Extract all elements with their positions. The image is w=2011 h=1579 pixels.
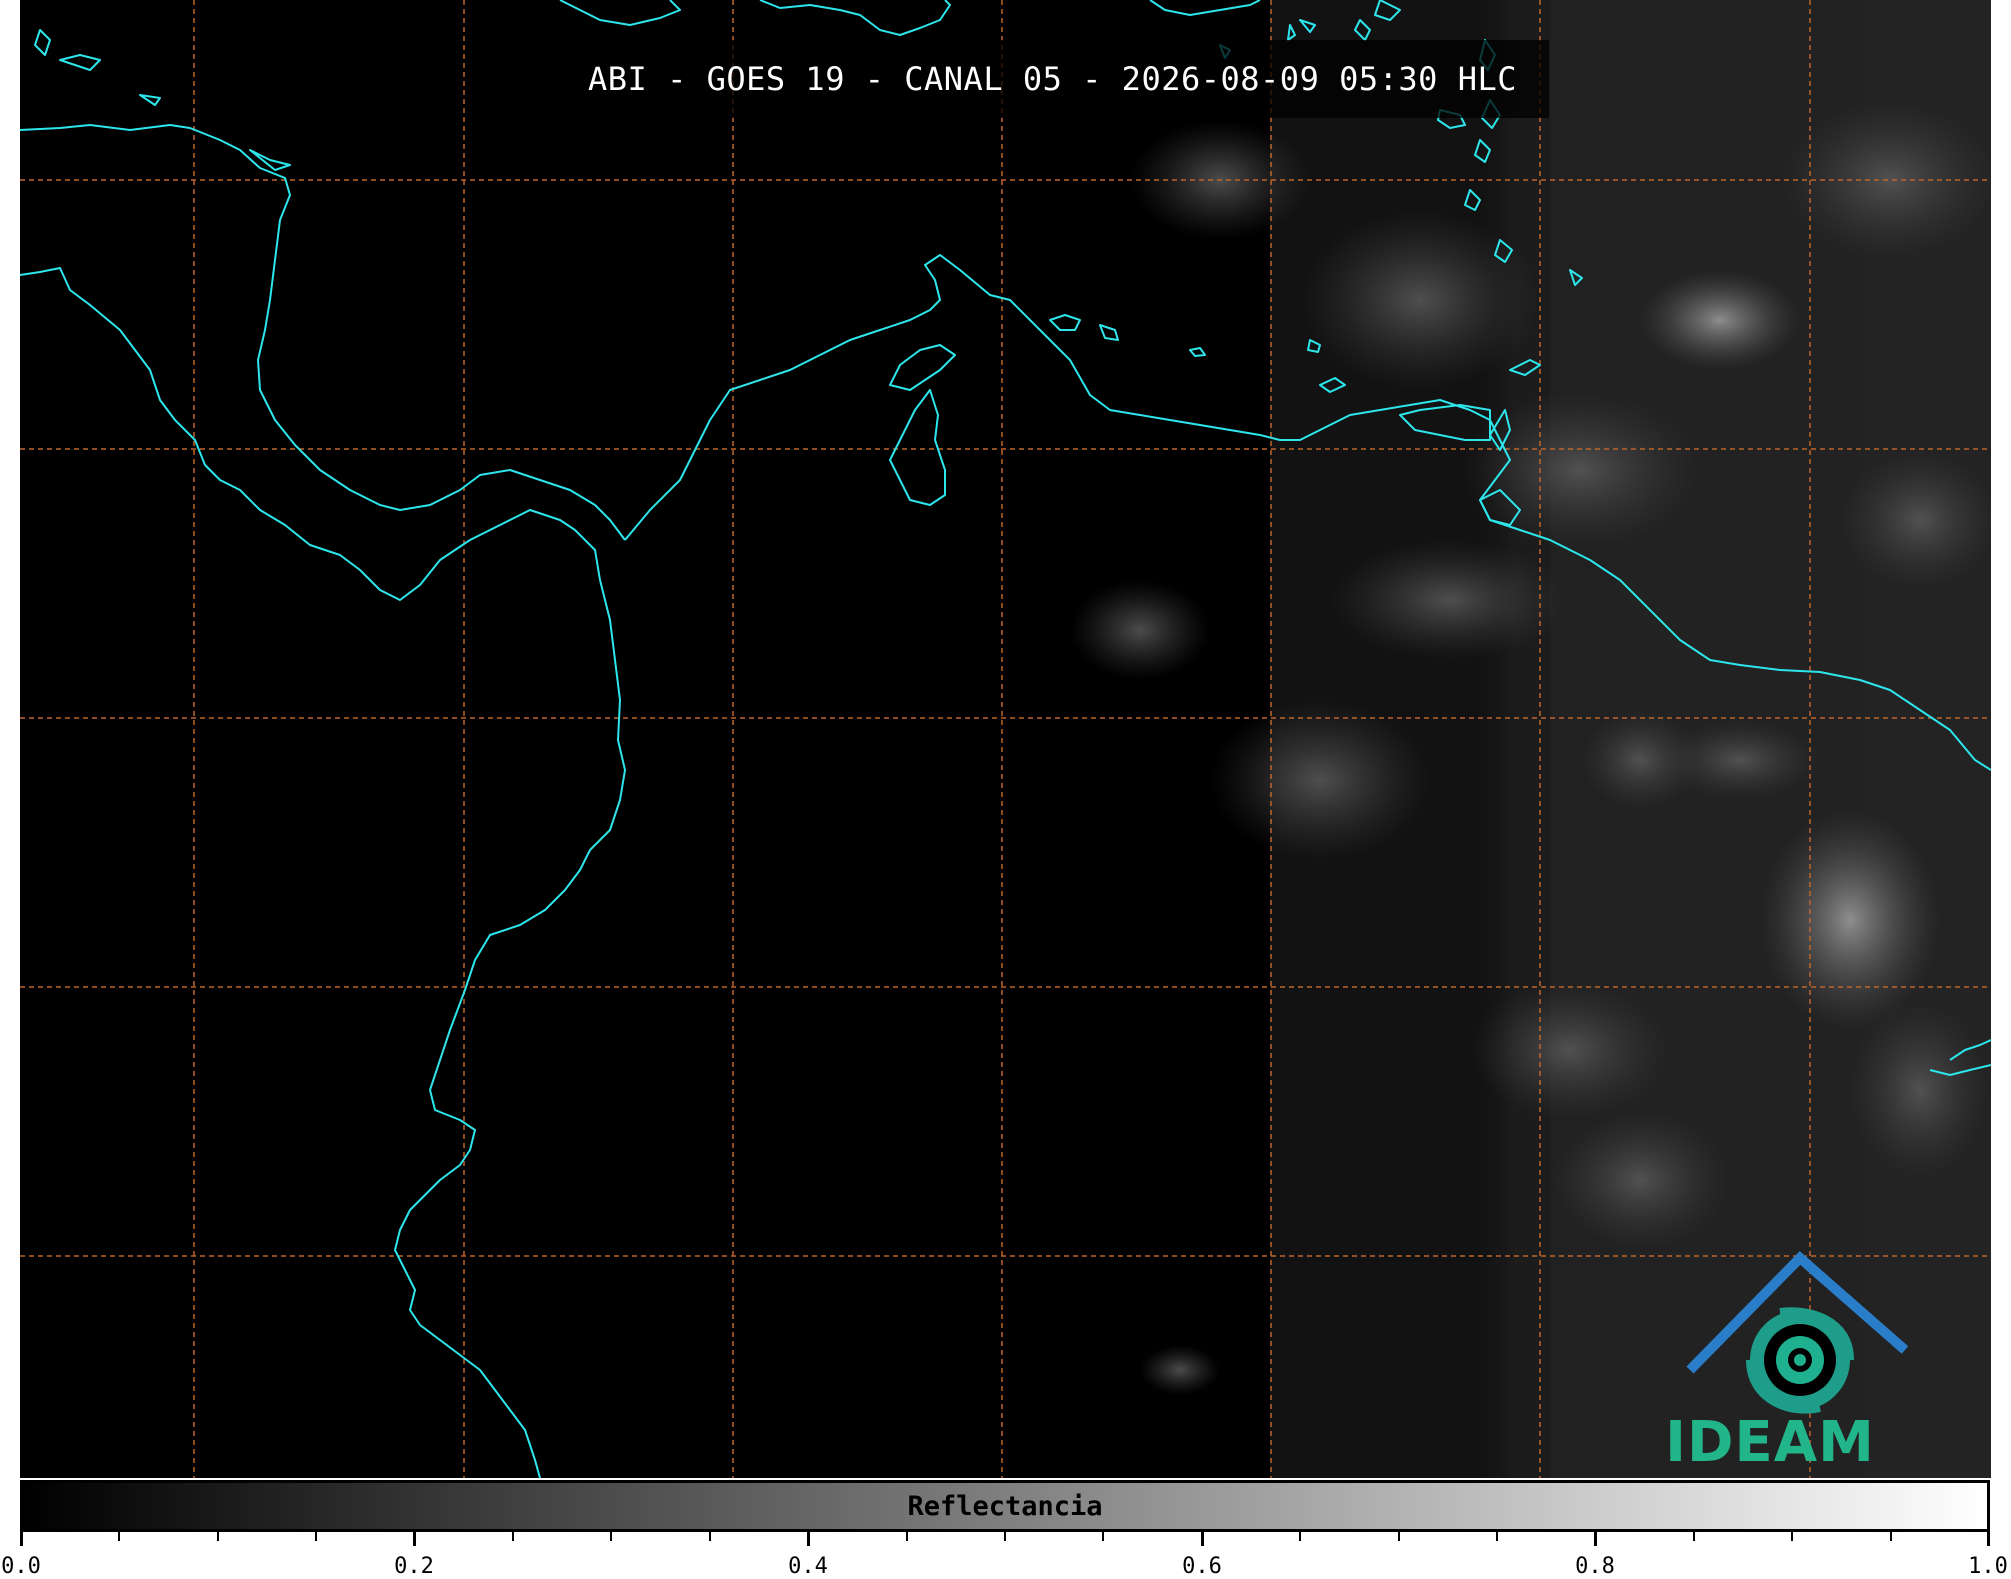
tick-minor	[315, 1532, 317, 1541]
tick-minor	[512, 1532, 514, 1541]
ideam-logo-text: IDEAM	[1665, 1410, 1875, 1475]
tick-label: 0.4	[788, 1554, 828, 1579]
colorbar-ticks: 0.0 0.2 0.4 0.6 0.8 1.0	[0, 1532, 2011, 1579]
tick-minor	[1102, 1532, 1104, 1541]
tick-label: 0.2	[394, 1554, 434, 1579]
reflectance-colorbar: Reflectancia	[20, 1480, 1990, 1532]
tick-label: 0.0	[1, 1554, 41, 1579]
tick-minor	[217, 1532, 219, 1541]
tick-minor	[906, 1532, 908, 1541]
tick-minor	[610, 1532, 612, 1541]
tick-label: 1.0	[1968, 1554, 2008, 1579]
colorbar-label: Reflectancia	[907, 1490, 1103, 1522]
map-title: ABI - GOES 19 - CANAL 05 - 2026-08-09 05…	[556, 40, 1549, 118]
tick-minor	[1496, 1532, 1498, 1541]
tick-4	[1594, 1532, 1597, 1546]
tick-minor	[1693, 1532, 1695, 1541]
tick-minor	[1004, 1532, 1006, 1541]
tick-minor	[1299, 1532, 1301, 1541]
tick-minor	[1791, 1532, 1793, 1541]
tick-1	[413, 1532, 416, 1546]
tick-minor	[1398, 1532, 1400, 1541]
tick-2	[807, 1532, 810, 1546]
tick-0	[20, 1532, 23, 1546]
tick-5	[1987, 1532, 1990, 1546]
ideam-logo: IDEAM	[1650, 1250, 1890, 1475]
tick-minor	[709, 1532, 711, 1541]
tick-minor	[118, 1532, 120, 1541]
tick-3	[1201, 1532, 1204, 1546]
tick-label: 0.6	[1182, 1554, 1222, 1579]
tick-label: 0.8	[1575, 1554, 1615, 1579]
tick-minor	[1890, 1532, 1892, 1541]
